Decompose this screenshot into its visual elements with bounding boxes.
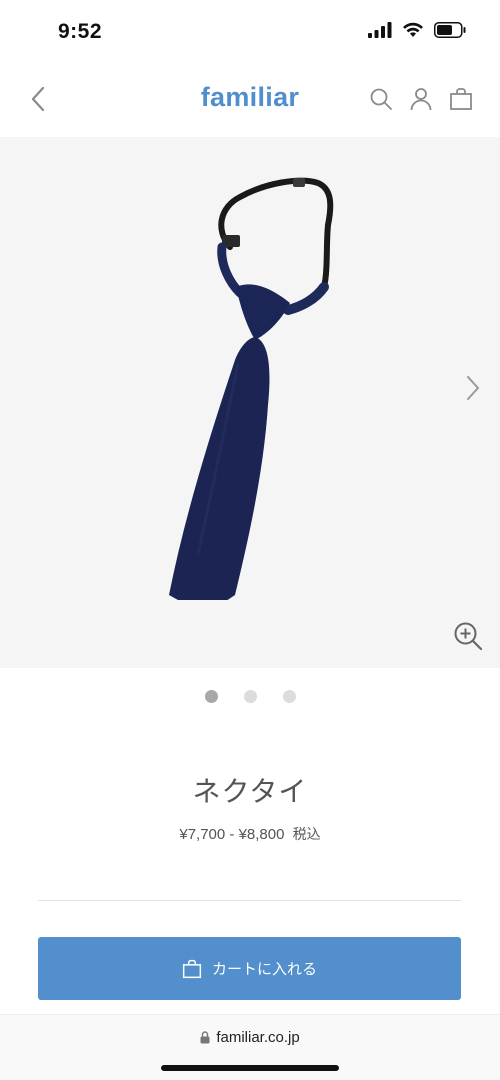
search-icon xyxy=(370,88,392,110)
add-to-cart-button[interactable]: カートに入れる xyxy=(38,937,461,1000)
search-button[interactable] xyxy=(368,86,394,112)
product-title: ネクタイ xyxy=(192,776,308,807)
tax-label: 税込 xyxy=(292,826,321,842)
cart-button[interactable] xyxy=(448,86,474,112)
chevron-right-icon xyxy=(467,376,479,400)
gallery-pagination xyxy=(0,690,500,703)
wifi-icon xyxy=(403,22,423,37)
signal-icon xyxy=(368,22,392,38)
site-header: familiar xyxy=(0,66,500,136)
necktie-image xyxy=(169,177,334,600)
status-time: 9:52 xyxy=(58,20,103,43)
status-bar: 9:52 xyxy=(0,0,500,66)
url-display[interactable]: familiar.co.jp xyxy=(0,1029,500,1046)
pagination-dot-2[interactable] xyxy=(243,690,257,703)
pagination-dot-3[interactable] xyxy=(282,690,296,703)
status-icons xyxy=(368,22,466,38)
account-button[interactable] xyxy=(408,86,434,112)
lock-icon xyxy=(200,1031,210,1044)
product-price-row: ¥7,700 - ¥8,800 税込 xyxy=(0,824,500,844)
add-to-cart-label: カートに入れる xyxy=(211,961,317,978)
shopping-bag-icon xyxy=(182,959,202,978)
url-text: familiar.co.jp xyxy=(216,1029,300,1046)
product-image-gallery[interactable] xyxy=(0,137,500,668)
next-image-button[interactable] xyxy=(462,373,484,403)
header-actions xyxy=(368,86,474,112)
battery-icon xyxy=(434,22,466,38)
home-indicator xyxy=(161,1065,339,1071)
zoom-button[interactable] xyxy=(453,621,483,651)
zoom-in-icon xyxy=(454,622,483,651)
pagination-dot-1[interactable] xyxy=(204,690,218,703)
cart-bag-icon xyxy=(450,88,472,110)
divider xyxy=(38,900,461,901)
product-price: ¥7,700 - ¥8,800 xyxy=(179,826,285,843)
account-icon xyxy=(410,88,432,111)
browser-address-bar[interactable]: familiar.co.jp xyxy=(0,1014,500,1080)
